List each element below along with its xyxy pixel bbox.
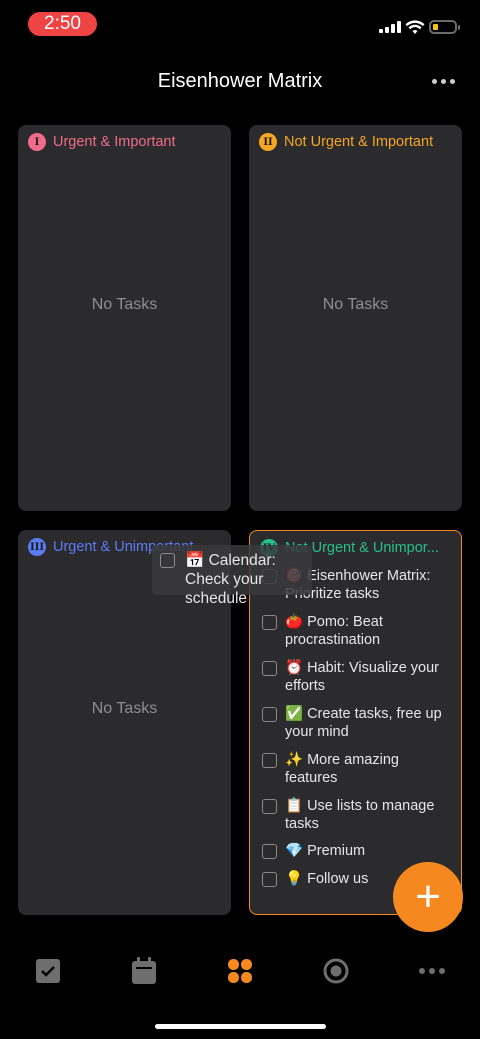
more-tab-icon[interactable] bbox=[418, 957, 446, 985]
cellular-signal-icon bbox=[379, 21, 401, 33]
time-pill: 2:50 bbox=[28, 12, 97, 36]
more-options-button[interactable] bbox=[428, 71, 458, 91]
task-item[interactable]: 📋 Use lists to manage tasks bbox=[262, 797, 455, 833]
task-title: 📋 Use lists to manage tasks bbox=[285, 798, 435, 832]
quadrant-not-urgent-important[interactable]: II Not Urgent & Important No Tasks bbox=[249, 125, 462, 511]
task-title: 📅 Calendar: Check your schedule bbox=[185, 552, 276, 607]
task-checkbox[interactable] bbox=[262, 872, 277, 887]
quadrant-title: Not Urgent & Important bbox=[284, 134, 434, 150]
task-title: 🍅 Pomo: Beat procrastination bbox=[285, 614, 383, 648]
task-title: ✅ Create tasks, free up your mind bbox=[285, 706, 442, 740]
task-title: ⏰ Habit: Visualize your efforts bbox=[285, 660, 439, 694]
focus-tab-icon[interactable] bbox=[322, 957, 350, 985]
calendar-tab-icon[interactable] bbox=[130, 957, 158, 985]
task-checkbox[interactable] bbox=[262, 661, 277, 676]
status-bar: 2:50 bbox=[0, 0, 480, 48]
home-indicator bbox=[155, 1024, 326, 1029]
quadrant-badge-icon: I bbox=[28, 133, 46, 151]
empty-state-text: No Tasks bbox=[91, 700, 158, 717]
battery-icon bbox=[429, 20, 460, 34]
tab-bar bbox=[0, 945, 480, 997]
wifi-icon bbox=[405, 20, 425, 34]
empty-state-text: No Tasks bbox=[91, 296, 158, 313]
quadrant-title: Urgent & Important bbox=[53, 134, 176, 150]
task-item[interactable]: ✅ Create tasks, free up your mind bbox=[262, 705, 455, 741]
quadrant-badge-icon: II bbox=[259, 133, 277, 151]
task-checkbox[interactable] bbox=[262, 707, 277, 722]
add-task-button[interactable]: + bbox=[393, 862, 463, 932]
task-checkbox[interactable] bbox=[262, 799, 277, 814]
task-title: 💎 Premium bbox=[285, 843, 366, 859]
task-checkbox[interactable] bbox=[262, 844, 277, 859]
task-tab-icon[interactable] bbox=[34, 957, 62, 985]
quadrant-header: I Urgent & Important bbox=[28, 133, 176, 151]
matrix-tab-icon[interactable] bbox=[226, 957, 254, 985]
task-item[interactable]: ✨ More amazing features bbox=[262, 751, 455, 787]
page-title: Eisenhower Matrix bbox=[157, 70, 323, 92]
empty-state-text: No Tasks bbox=[322, 296, 389, 313]
task-item[interactable]: 💎 Premium bbox=[262, 842, 455, 860]
task-item[interactable]: ⏰ Habit: Visualize your efforts bbox=[262, 659, 455, 695]
task-checkbox[interactable] bbox=[262, 615, 277, 630]
quadrant-badge-icon: III bbox=[28, 538, 46, 556]
task-item[interactable]: 🍅 Pomo: Beat procrastination bbox=[262, 613, 455, 649]
task-checkbox[interactable] bbox=[160, 553, 175, 568]
quadrant-urgent-important[interactable]: I Urgent & Important No Tasks bbox=[18, 125, 231, 511]
quadrant-header: II Not Urgent & Important bbox=[259, 133, 433, 151]
task-title: ✨ More amazing features bbox=[285, 752, 399, 786]
task-checkbox[interactable] bbox=[262, 753, 277, 768]
dragging-task-card[interactable]: 📅 Calendar: Check your schedule bbox=[152, 545, 312, 607]
